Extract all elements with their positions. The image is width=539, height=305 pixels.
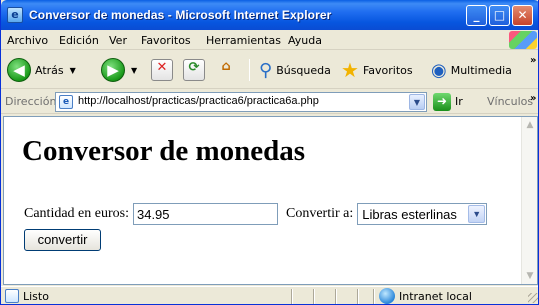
page-icon: e <box>59 95 73 109</box>
chevron-down-icon[interactable]: ▼ <box>70 66 76 75</box>
minimize-button[interactable]: _ <box>466 5 487 26</box>
refresh-button[interactable]: ⟳ <box>183 57 205 83</box>
menu-favoritos[interactable]: Favoritos <box>141 34 191 47</box>
menu-ayuda[interactable]: Ayuda <box>288 34 322 47</box>
currency-select[interactable]: Libras esterlinas ▼ <box>357 203 488 225</box>
back-arrow-icon: ◀ <box>7 58 31 82</box>
favorites-button[interactable]: ★ Favoritos <box>341 57 413 83</box>
star-icon: ★ <box>341 58 359 82</box>
convert-button[interactable]: convertir <box>24 229 101 251</box>
status-divider <box>335 289 337 304</box>
menu-herramientas[interactable]: Herramientas <box>206 34 281 47</box>
go-arrow-icon[interactable]: ➜ <box>433 93 451 111</box>
page-heading: Conversor de monedas <box>22 135 306 167</box>
title-bar[interactable]: e Conversor de monedas - Microsoft Inter… <box>1 0 538 30</box>
chevron-down-icon[interactable]: ▼ <box>131 66 137 75</box>
address-input[interactable]: e http://localhost/practicas/practica6/p… <box>55 92 427 112</box>
zone-text: Intranet local <box>399 290 472 303</box>
toolbar-separator <box>249 59 250 81</box>
stop-icon: ✕ <box>151 59 173 81</box>
menu-edicion[interactable]: Edición <box>59 34 99 47</box>
window-title: Conversor de monedas - Microsoft Interne… <box>29 8 332 22</box>
address-dropdown-icon[interactable]: ▼ <box>409 94 425 110</box>
amount-label: Cantidad en euros: <box>24 206 129 221</box>
links-more-icon[interactable]: » <box>530 93 536 104</box>
back-button[interactable]: ◀ Atrás ▼ <box>7 57 76 83</box>
resize-grip[interactable] <box>528 293 538 303</box>
scroll-up-icon[interactable]: ▲ <box>523 117 537 133</box>
page-viewport: Conversor de monedas Cantidad en euros: … <box>3 116 538 285</box>
convert-to-label: Convertir a: <box>285 206 354 221</box>
home-icon: ⌂ <box>221 59 231 74</box>
browser-window: e Conversor de monedas - Microsoft Inter… <box>0 0 539 305</box>
status-divider <box>373 289 375 304</box>
search-icon: ⚲ <box>259 59 273 81</box>
status-text: Listo <box>23 290 49 303</box>
address-bar: Dirección e http://localhost/practicas/p… <box>1 90 538 114</box>
intranet-zone-icon <box>379 288 395 304</box>
home-button[interactable]: ⌂ <box>215 57 237 83</box>
chevron-down-icon[interactable]: ▼ <box>468 205 486 223</box>
scroll-down-icon[interactable]: ▼ <box>523 268 537 284</box>
page-content: Conversor de monedas Cantidad en euros: … <box>4 117 522 284</box>
toolbar: ◀ Atrás ▼ ▶ ▼ ✕ ⟳ ⌂ ⚲ Búsqueda ★ Favorit… <box>1 51 538 89</box>
conversion-form: Cantidad en euros: Convertir a: Libras e… <box>24 203 488 225</box>
toolbar-more-icon[interactable]: » <box>530 55 536 66</box>
vertical-scrollbar[interactable]: ▲ ▼ <box>521 117 537 284</box>
maximize-button[interactable]: □ <box>489 5 510 26</box>
address-url: http://localhost/practicas/practica6/pra… <box>78 95 319 107</box>
status-divider <box>313 289 315 304</box>
status-divider <box>291 289 293 304</box>
forward-arrow-icon: ▶ <box>101 58 125 82</box>
close-button[interactable]: ✕ <box>512 5 533 26</box>
forward-button[interactable]: ▶ ▼ <box>101 57 137 83</box>
address-label: Dirección <box>5 95 57 108</box>
media-icon: ◉ <box>431 59 447 81</box>
go-button[interactable]: Ir <box>455 95 463 108</box>
windows-logo-icon <box>509 31 537 49</box>
amount-input[interactable] <box>132 203 278 225</box>
ie-icon: e <box>7 7 23 23</box>
currency-selected: Libras esterlinas <box>362 207 457 222</box>
menu-bar: Archivo Edición Ver Favoritos Herramient… <box>1 30 538 50</box>
search-button[interactable]: ⚲ Búsqueda <box>259 57 331 83</box>
page-status-icon <box>5 289 19 303</box>
links-label[interactable]: Vínculos <box>487 95 533 108</box>
stop-button[interactable]: ✕ <box>151 57 173 83</box>
menu-ver[interactable]: Ver <box>109 34 127 47</box>
refresh-icon: ⟳ <box>183 59 205 81</box>
multimedia-button[interactable]: ◉ Multimedia <box>431 57 512 83</box>
status-bar: Listo Intranet local <box>1 286 538 304</box>
menu-archivo[interactable]: Archivo <box>7 34 48 47</box>
status-divider <box>357 289 359 304</box>
